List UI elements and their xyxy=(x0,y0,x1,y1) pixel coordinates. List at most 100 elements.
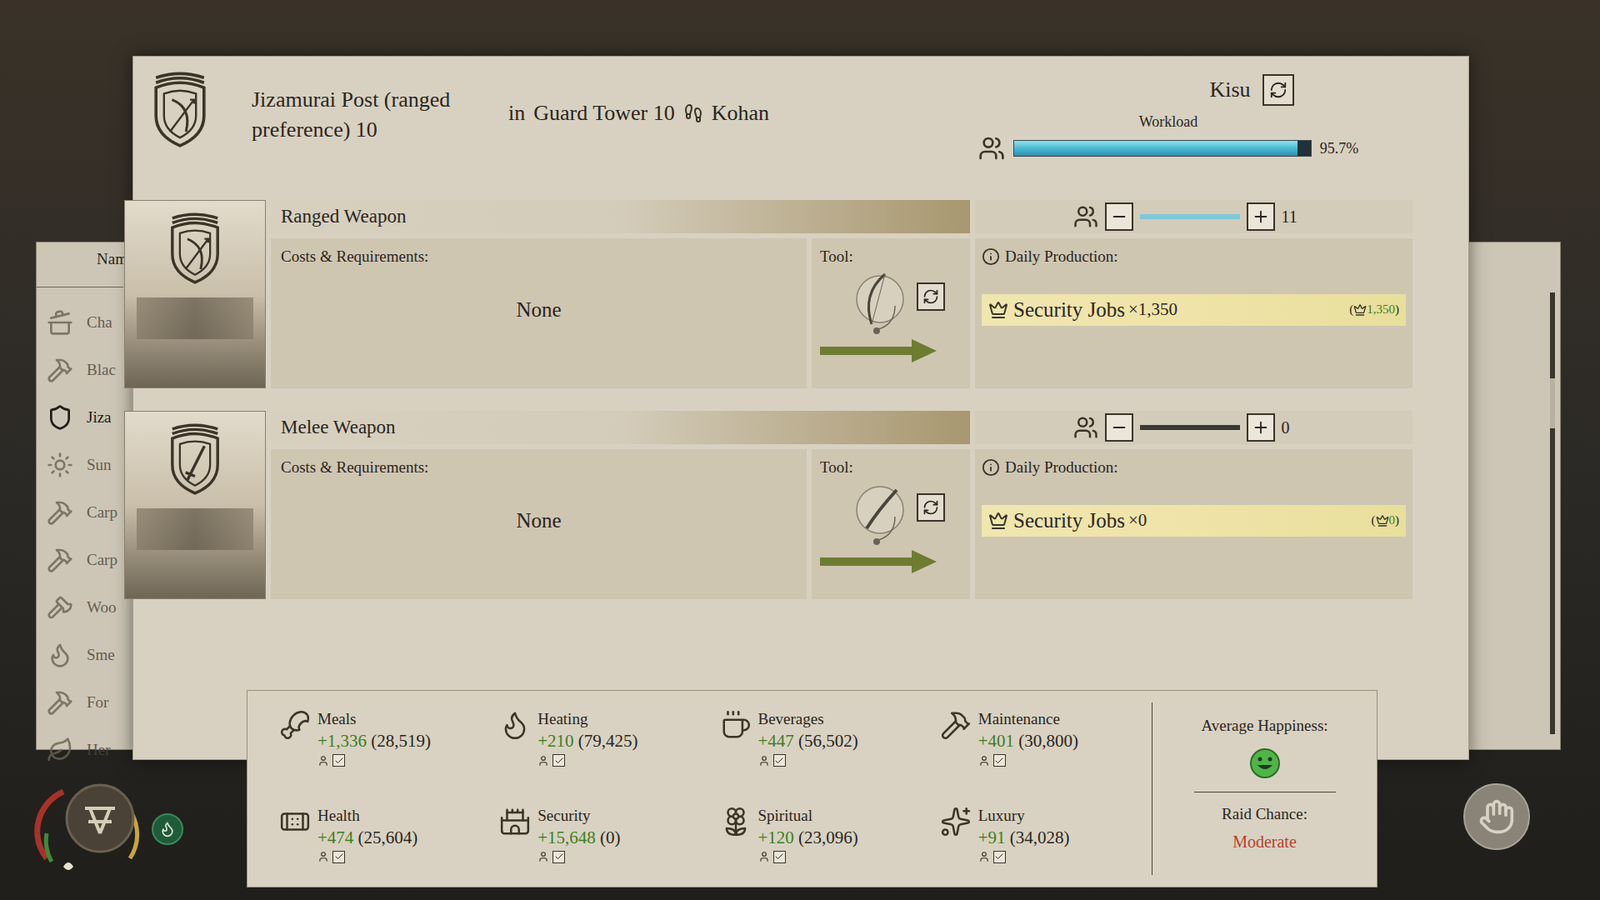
raid-value: Moderate xyxy=(1232,829,1297,855)
stat-name: Maintenance xyxy=(978,709,1079,730)
stat-total: (30,800) xyxy=(1018,730,1079,751)
list-scrollbar[interactable] xyxy=(1550,292,1555,735)
stat-delta: +91 xyxy=(978,827,1006,848)
total-close: ) xyxy=(1395,300,1400,320)
swap-icon xyxy=(1269,80,1288,100)
workload-reading: 95.7% xyxy=(1320,137,1360,160)
list-header: Nam xyxy=(46,247,134,272)
building-name: Guard Tower 10 xyxy=(533,96,675,130)
swap-tool-button[interactable] xyxy=(916,493,945,522)
building-icon xyxy=(46,736,74,764)
list-item-label: Her xyxy=(86,738,110,763)
stat-checkbox[interactable] xyxy=(552,754,565,767)
stat-name: Beverages xyxy=(758,709,859,730)
list-item[interactable]: Her xyxy=(46,726,134,775)
stat-item: Security+15,648 (0) xyxy=(499,805,711,888)
stat-checkbox[interactable] xyxy=(993,754,1006,767)
worker-icon xyxy=(758,850,770,863)
recipe-row: Ranged WeaponCosts & Requirements:NoneTo… xyxy=(133,200,1469,389)
list-item[interactable]: Carp xyxy=(46,536,134,585)
bow-tool-icon xyxy=(853,269,915,338)
happy-face-icon xyxy=(1248,746,1282,780)
stat-checkbox[interactable] xyxy=(773,754,786,767)
building-icon xyxy=(46,309,74,336)
minus-icon xyxy=(1110,418,1129,437)
recipe-title-bar: Melee Weapon xyxy=(270,410,970,445)
stat-delta: +1,336 xyxy=(317,730,367,751)
building-icon xyxy=(46,499,74,526)
swap-icon xyxy=(922,499,940,516)
total-open: ( xyxy=(1349,300,1354,320)
post-header: Jizamurai Post (ranged preference) 10inG… xyxy=(133,56,1469,190)
list-item[interactable]: Cha xyxy=(46,299,134,347)
workers-icon xyxy=(1073,415,1099,440)
list-item[interactable]: Jiza xyxy=(46,394,134,442)
list-item-label: Sun xyxy=(86,453,112,478)
raid-label: Raid Chance: xyxy=(1221,802,1308,827)
worker-icon xyxy=(537,850,550,863)
costs-label: Costs & Requirements: xyxy=(280,455,797,480)
in-label: in xyxy=(508,96,525,130)
fire-icon xyxy=(159,820,176,838)
recipe-title: Melee Weapon xyxy=(280,413,396,443)
stat-total: (25,604) xyxy=(358,827,419,848)
check-icon xyxy=(554,755,565,766)
output-name: Security Jobs xyxy=(1013,505,1125,537)
list-item-label: Woo xyxy=(86,595,116,620)
happiness-label: Average Happiness: xyxy=(1200,714,1328,739)
stat-icon xyxy=(279,805,311,838)
output-name: Security Jobs xyxy=(1013,294,1125,326)
check-icon xyxy=(554,851,565,862)
stat-delta: +210 xyxy=(537,730,574,751)
stat-checkbox[interactable] xyxy=(993,850,1006,864)
costs-box: Costs & Requirements:None xyxy=(270,238,807,389)
stat-item: Beverages+447 (56,502) xyxy=(720,709,932,791)
list-item[interactable]: Woo xyxy=(46,584,134,632)
stat-icon xyxy=(940,709,972,741)
minus-button[interactable] xyxy=(1105,202,1134,231)
list-item[interactable]: For xyxy=(46,679,134,727)
plus-button[interactable] xyxy=(1246,413,1275,442)
worker-slider[interactable] xyxy=(1140,214,1240,220)
security-icon xyxy=(988,300,1009,320)
stat-total: (56,502) xyxy=(798,730,859,751)
security-icon xyxy=(1353,303,1367,317)
list-item[interactable]: Sun xyxy=(46,441,134,490)
worker-name: Kisu xyxy=(1209,73,1250,106)
stat-checkbox[interactable] xyxy=(332,754,345,767)
info-icon[interactable] xyxy=(981,458,1000,477)
worker-icon xyxy=(758,755,770,767)
worker-slider[interactable] xyxy=(1140,425,1240,430)
workers-icon xyxy=(978,135,1005,162)
swap-worker-button[interactable] xyxy=(1262,74,1295,106)
output-count: ×0 xyxy=(1128,507,1147,535)
output-total: 1,350 xyxy=(1366,300,1395,320)
stat-delta: +447 xyxy=(758,730,795,751)
stat-icon xyxy=(499,709,531,741)
stat-checkbox[interactable] xyxy=(773,850,786,864)
building-icon xyxy=(46,356,74,384)
interact-button[interactable] xyxy=(1463,783,1530,850)
stat-item: Maintenance+401 (30,800) xyxy=(940,709,1152,791)
building-icon xyxy=(46,451,74,479)
recipe-image xyxy=(124,200,266,389)
list-item[interactable]: Blac xyxy=(46,346,134,395)
minus-button[interactable] xyxy=(1105,413,1134,442)
list-item[interactable]: Sme xyxy=(46,631,134,680)
list-item-label: Blac xyxy=(86,358,116,383)
worker-slider-bar: 11 xyxy=(975,200,1413,234)
stat-checkbox[interactable] xyxy=(332,850,345,864)
list-item[interactable]: Carp xyxy=(46,489,134,537)
stat-checkbox[interactable] xyxy=(552,850,565,864)
bow-shield-icon xyxy=(166,212,224,286)
status-badge xyxy=(151,813,184,845)
building-icon xyxy=(46,641,74,669)
swap-tool-button[interactable] xyxy=(916,282,945,311)
swap-icon xyxy=(922,288,940,305)
worker-count: 0 xyxy=(1281,415,1315,440)
plus-button[interactable] xyxy=(1246,202,1275,231)
stat-icon xyxy=(720,709,752,741)
stat-icon xyxy=(499,805,531,838)
check-icon xyxy=(334,851,345,862)
info-icon[interactable] xyxy=(981,247,1000,266)
